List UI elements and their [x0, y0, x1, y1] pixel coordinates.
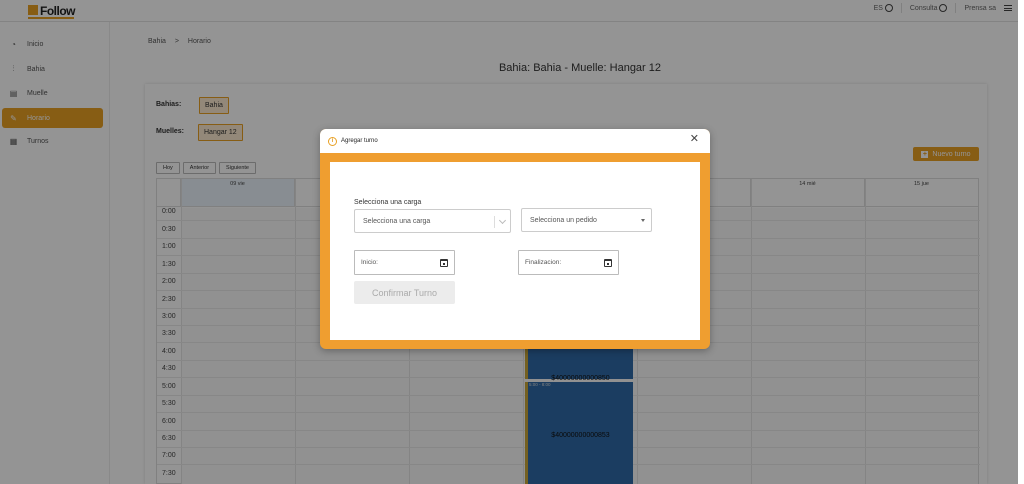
carga-label: Selecciona una carga — [354, 199, 422, 206]
carga-select[interactable]: Selecciona una carga — [354, 209, 511, 233]
page-scrollbar[interactable] — [1018, 0, 1024, 484]
modal-body: Selecciona una carga Selecciona una carg… — [330, 162, 700, 340]
inicio-date-input[interactable]: Inicio: — [354, 250, 455, 275]
modal-header: i Agregar turno ✕ — [320, 129, 710, 153]
caret-down-icon — [641, 219, 645, 222]
close-icon[interactable]: ✕ — [690, 134, 699, 145]
calendar-icon[interactable] — [440, 259, 448, 267]
pedido-placeholder: Selecciona un pedido — [530, 216, 597, 224]
carga-placeholder: Selecciona una carga — [363, 217, 431, 225]
fin-placeholder: Finalizacion: — [525, 259, 562, 266]
pedido-select[interactable]: Selecciona un pedido — [521, 208, 652, 232]
info-icon: i — [328, 136, 337, 146]
confirm-shift-button[interactable]: Confirmar Turno — [354, 281, 455, 304]
calendar-icon[interactable] — [604, 259, 612, 267]
fin-date-input[interactable]: Finalizacion: — [518, 250, 619, 275]
add-shift-modal: i Agregar turno ✕ Selecciona una carga S… — [320, 129, 710, 349]
chevron-down-icon — [498, 216, 507, 225]
select-divider — [494, 216, 495, 228]
inicio-placeholder: Inicio: — [361, 259, 378, 266]
modal-title: Agregar turno — [341, 138, 378, 144]
